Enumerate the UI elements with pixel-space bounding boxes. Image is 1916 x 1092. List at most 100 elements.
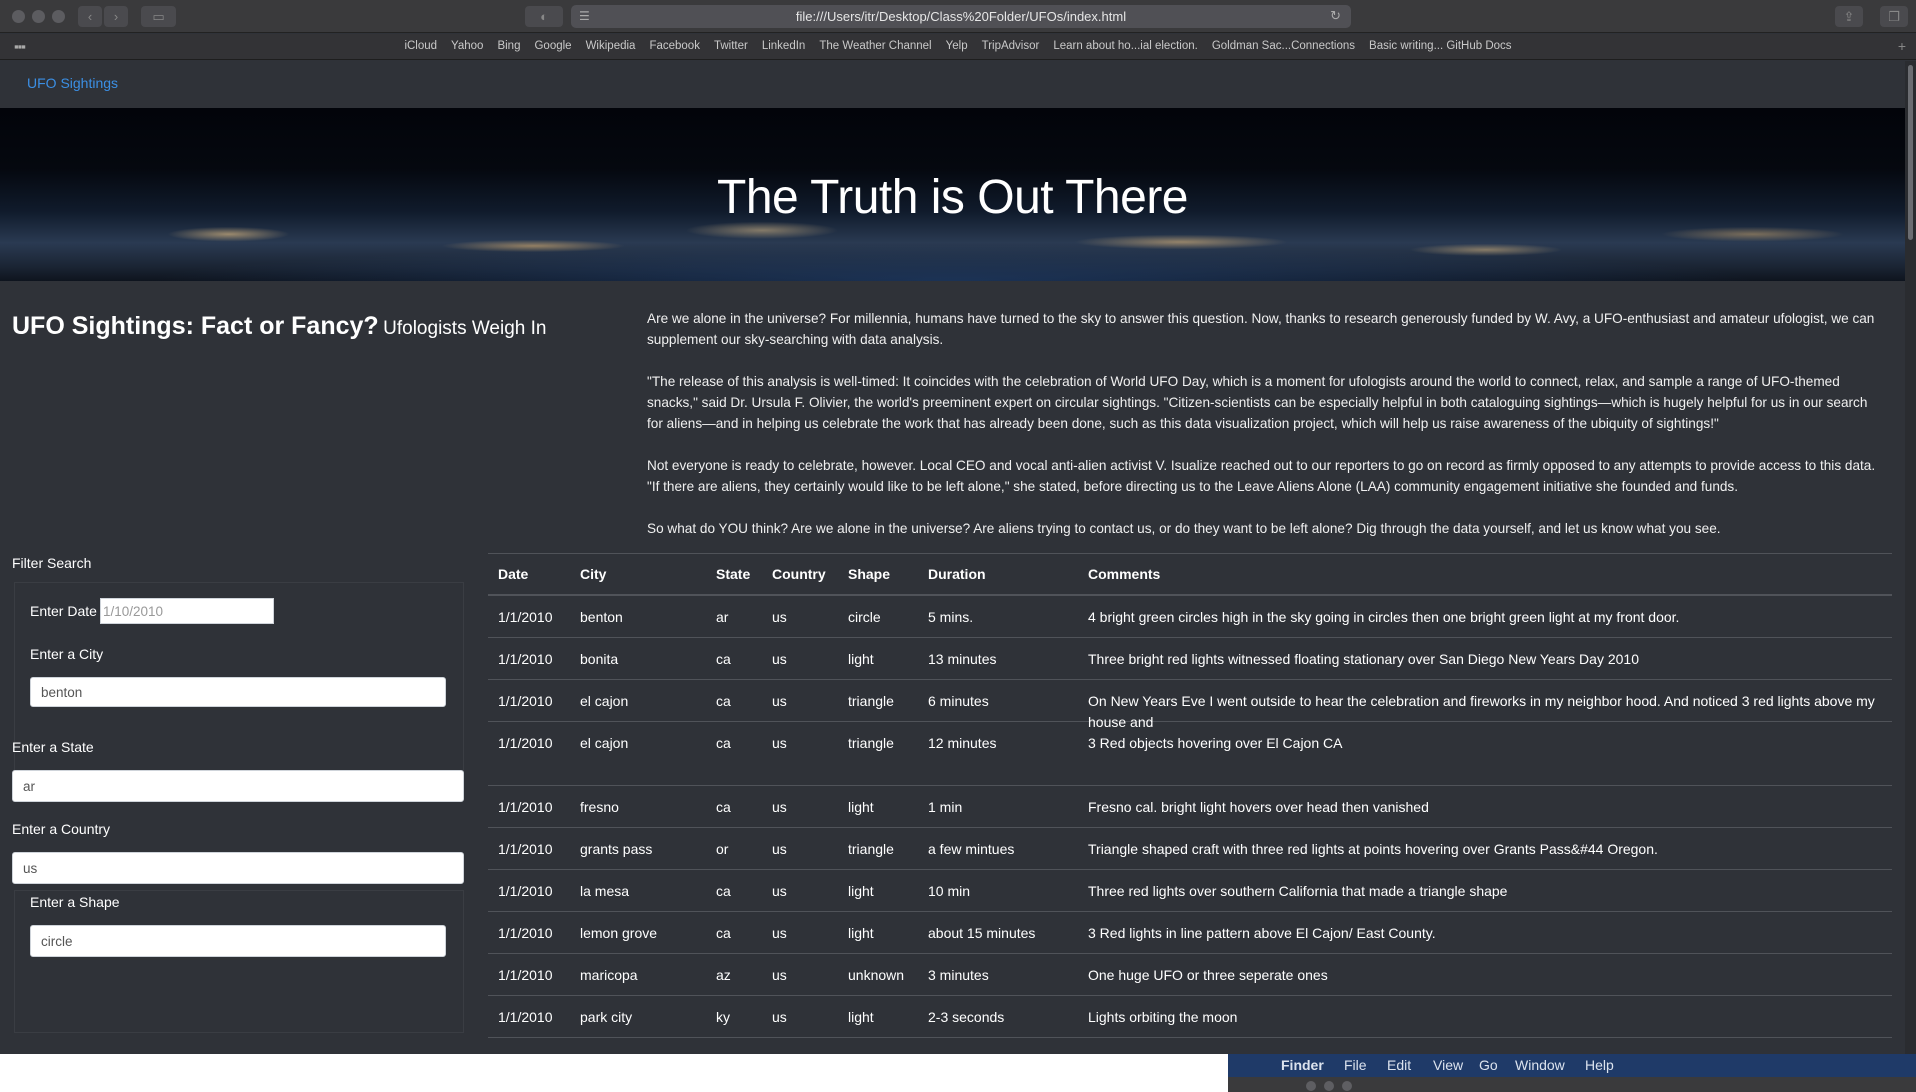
table-cell: triangle (848, 693, 894, 709)
table-row: 1/1/2010 lemon grove ca us light about 15 min… (488, 912, 1892, 954)
table-cell: 1/1/2010 (498, 1009, 553, 1025)
table-row: 1/1/2010 el cajon ca us triangle 12 minutes 3 … (488, 722, 1892, 786)
table-cell: us (772, 609, 787, 625)
table-cell: Fresno cal. bright light hovers over hea… (1088, 799, 1429, 815)
table-cell: 1/1/2010 (498, 651, 553, 667)
table-cell: light (848, 651, 874, 667)
country-input[interactable]: us (12, 852, 464, 884)
table-cell: 2-3 seconds (928, 1009, 1005, 1025)
menu-help[interactable]: Help (1585, 1057, 1614, 1073)
menu-window[interactable]: Window (1515, 1057, 1565, 1073)
address-bar[interactable]: ☰ file:///Users/itr/Desktop/Class%20Fold… (571, 5, 1351, 28)
share-icon[interactable]: ⇪ (1835, 6, 1863, 27)
table-row: 1/1/2010 maricopa az us unknown 3 minutes One … (488, 954, 1892, 996)
favorite-link[interactable]: Basic writing... GitHub Docs (1362, 40, 1519, 52)
table-cell: about 15 minutes (928, 925, 1036, 941)
table-cell: ky (716, 1009, 730, 1025)
menu-file[interactable]: File (1344, 1057, 1367, 1073)
finder-close-button[interactable] (1306, 1081, 1316, 1091)
table-cell: 1/1/2010 (498, 693, 553, 709)
table-cell: us (772, 883, 787, 899)
finder-minimize-button[interactable] (1324, 1081, 1334, 1091)
date-label: Enter Date (30, 603, 97, 619)
table-cell: benton (580, 609, 623, 625)
state-filter: Enter a State (12, 739, 94, 755)
table-cell: circle (848, 609, 881, 625)
column-header: Duration (928, 566, 986, 582)
table-cell: us (772, 841, 787, 857)
favorite-link[interactable]: Google (527, 40, 578, 52)
column-header: Shape (848, 566, 891, 582)
table-cell: el cajon (580, 735, 629, 751)
state-input[interactable]: ar (12, 770, 464, 802)
date-input[interactable]: 1/10/2010 (99, 598, 274, 624)
table-cell: or (716, 841, 729, 857)
favorite-link[interactable]: Yahoo (444, 40, 490, 52)
zoom-window-button[interactable] (52, 10, 65, 23)
table-row: 1/1/2010 fresno ca us light 1 min Fresno cal. … (488, 786, 1892, 828)
column-header: Country (772, 566, 826, 582)
sidebar-icon[interactable]: ▭ (141, 6, 176, 27)
table-cell: 6 minutes (928, 693, 989, 709)
finder-zoom-button[interactable] (1342, 1081, 1352, 1091)
url-text: file:///Users/itr/Desktop/Class%20Folder… (795, 9, 1127, 24)
table-cell: 4 bright green circles high in the sky g… (1088, 609, 1680, 625)
favorite-link[interactable]: Twitter (707, 40, 755, 52)
menu-go[interactable]: Go (1479, 1057, 1498, 1073)
sightings-table: Date City State Country Shape Duration Comment… (488, 553, 1892, 1038)
hero-title: The Truth is Out There (717, 171, 1189, 224)
navbar-brand-link[interactable]: UFO Sightings (27, 75, 118, 91)
table-cell: Three bright red lights witnessed floati… (1088, 651, 1639, 667)
state-label: Enter a State (12, 739, 94, 755)
menu-finder[interactable]: Finder (1281, 1057, 1324, 1073)
table-cell: us (772, 1009, 787, 1025)
favorite-link[interactable]: LinkedIn (755, 40, 812, 52)
column-header: Date (498, 566, 529, 582)
shape-input[interactable]: circle (30, 925, 446, 957)
menu-view[interactable]: View (1433, 1057, 1463, 1073)
country-filter: Enter a Country (12, 821, 110, 837)
table-cell: 3 minutes (928, 967, 989, 983)
page-scrollbar[interactable] (1905, 61, 1916, 1054)
city-filter: Enter a City (30, 646, 103, 662)
menu-edit[interactable]: Edit (1387, 1057, 1411, 1073)
column-header: City (580, 566, 607, 582)
table-cell: 1/1/2010 (498, 609, 553, 625)
favorite-link[interactable]: The Weather Channel (812, 40, 938, 52)
minimize-window-button[interactable] (32, 10, 45, 23)
favorite-link[interactable]: TripAdvisor (975, 40, 1047, 52)
browser-toolbar: ‹ › ▭ ◐ ☰ file:///Users/itr/Desktop/Clas… (0, 0, 1916, 33)
new-tab-icon[interactable]: + (1898, 38, 1906, 54)
table-cell: 3 Red objects hovering over El Cajon CA (1088, 735, 1343, 751)
favorite-link[interactable]: Facebook (642, 40, 707, 52)
reader-icon[interactable]: ☰ (579, 9, 590, 23)
table-row: 1/1/2010 el cajon ca us triangle 6 minutes On … (488, 680, 1892, 730)
table-cell: 10 min (928, 883, 971, 899)
favorite-link[interactable]: Wikipedia (579, 40, 643, 52)
favorite-link[interactable]: Goldman Sac...Connections (1205, 40, 1362, 52)
favorite-link[interactable]: iCloud (397, 40, 444, 52)
article-body: Are we alone in the universe? For millen… (647, 308, 1880, 560)
favorite-link[interactable]: Yelp (939, 40, 975, 52)
scrollbar-thumb[interactable] (1908, 65, 1913, 240)
favorite-link[interactable]: Learn about ho...ial election. (1046, 40, 1205, 52)
favorite-link[interactable]: Bing (490, 40, 527, 52)
table-cell: us (772, 735, 787, 751)
tabs-overview-icon[interactable]: ❐ (1880, 6, 1908, 27)
table-cell: ca (716, 799, 731, 815)
forward-icon[interactable]: › (104, 6, 128, 27)
table-cell: ca (716, 651, 731, 667)
table-cell: fresno (580, 799, 619, 815)
table-cell: light (848, 799, 874, 815)
table-cell: ca (716, 925, 731, 941)
city-input[interactable]: benton (30, 677, 446, 707)
back-icon[interactable]: ‹ (78, 6, 102, 27)
privacy-report-icon[interactable]: ◐ (525, 6, 563, 27)
table-cell: Lights orbiting the moon (1088, 1009, 1238, 1025)
close-window-button[interactable] (12, 10, 25, 23)
table-cell: 1/1/2010 (498, 883, 553, 899)
table-cell: light (848, 883, 874, 899)
reload-icon[interactable]: ↻ (1330, 8, 1341, 24)
table-cell: ar (716, 609, 729, 625)
column-header: State (716, 566, 751, 582)
